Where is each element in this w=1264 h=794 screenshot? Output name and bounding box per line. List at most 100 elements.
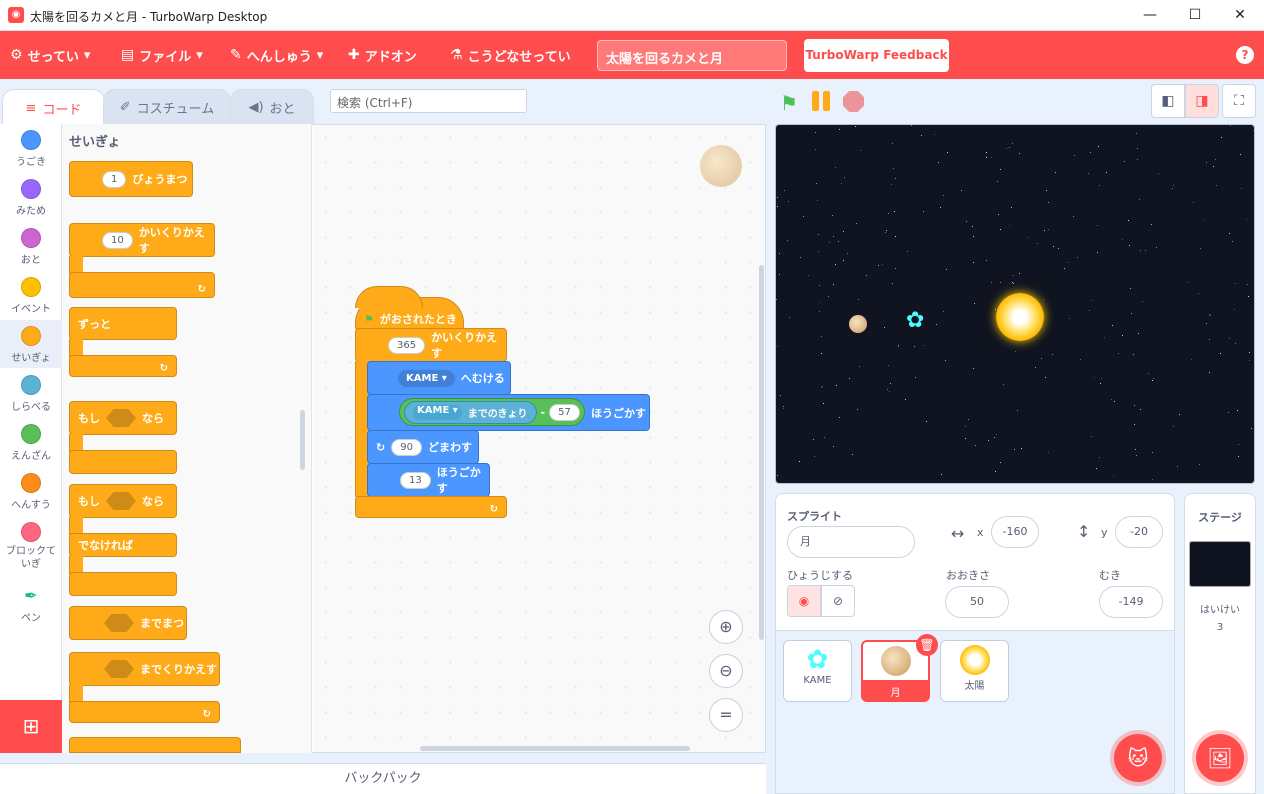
sun-sprite[interactable] bbox=[996, 293, 1044, 341]
star bbox=[803, 216, 804, 217]
turn-right-block[interactable]: ↻ 90 どまわす bbox=[367, 430, 479, 464]
distance-target-dropdown[interactable]: KAME ▾ bbox=[413, 404, 462, 420]
star bbox=[1090, 152, 1091, 153]
workspace-h-scrollbar[interactable] bbox=[420, 746, 690, 751]
category-events[interactable]: イベント bbox=[0, 277, 62, 315]
point-target-dropdown[interactable]: KAME ▾ bbox=[398, 369, 455, 387]
zoom-in-button[interactable]: ⊕ bbox=[709, 610, 743, 644]
star bbox=[891, 184, 892, 185]
repeat-count-input[interactable]: 10 bbox=[102, 231, 133, 249]
if-else-block[interactable]: もし なら bbox=[69, 484, 177, 518]
advanced-settings-menu[interactable]: ⚗ こうどなせってい bbox=[450, 45, 571, 65]
zoom-out-button[interactable]: ⊖ bbox=[709, 654, 743, 688]
project-title-input[interactable]: 太陽を回るカメと月 bbox=[597, 40, 787, 71]
category-looks[interactable]: みため bbox=[0, 179, 62, 217]
star bbox=[819, 311, 820, 312]
file-icon: ▤ bbox=[121, 47, 135, 63]
repeat-block[interactable]: 10 かいくりかえす bbox=[69, 223, 215, 257]
star bbox=[886, 230, 887, 231]
zoom-reset-button[interactable]: = bbox=[709, 698, 743, 732]
palette-scrollbar[interactable] bbox=[300, 410, 305, 470]
star bbox=[835, 264, 836, 265]
minimize-button[interactable]: — bbox=[1138, 4, 1162, 26]
subtract-operator-block[interactable]: KAME ▾ までのきょり - 57 bbox=[399, 398, 585, 426]
fullscreen-button[interactable]: ⛶ bbox=[1222, 84, 1256, 118]
small-stage-button[interactable]: ◧ bbox=[1151, 84, 1185, 118]
green-flag-button[interactable]: ⚑ bbox=[780, 91, 798, 115]
pause-button[interactable] bbox=[812, 91, 832, 111]
star bbox=[1232, 241, 1233, 242]
star bbox=[1124, 161, 1125, 162]
choose-backdrop-button[interactable]: 🖼 bbox=[1196, 734, 1244, 782]
condition-slot[interactable] bbox=[106, 409, 136, 427]
add-extension-button[interactable]: ⊞ bbox=[0, 700, 62, 753]
loop-arrow-icon: ↻ bbox=[159, 363, 168, 374]
delete-sprite-button[interactable]: 🗑 bbox=[916, 634, 938, 656]
wait-block[interactable]: 1 びょうまつ bbox=[69, 161, 193, 197]
point-towards-block[interactable]: KAME ▾ へむける bbox=[367, 361, 511, 395]
condition-slot[interactable] bbox=[104, 660, 134, 678]
script-repeat-input[interactable]: 365 bbox=[388, 336, 426, 354]
category-variables[interactable]: へんすう bbox=[0, 473, 62, 511]
star bbox=[1053, 246, 1054, 247]
tab-costumes[interactable]: ✐ コスチューム bbox=[103, 89, 231, 125]
file-menu[interactable]: ▤ ファイル ▾ bbox=[121, 45, 203, 65]
wait-until-block[interactable]: までまつ bbox=[69, 606, 187, 640]
category-sound[interactable]: おと bbox=[0, 228, 62, 266]
subtract-value-input[interactable]: 57 bbox=[549, 403, 580, 421]
star bbox=[882, 264, 883, 265]
condition-slot[interactable] bbox=[104, 614, 134, 632]
category-sensing[interactable]: しらべる bbox=[0, 375, 62, 413]
turtle-sprite[interactable]: ✿ bbox=[906, 308, 924, 333]
turn-degrees-input[interactable]: 90 bbox=[391, 438, 422, 456]
category-operators[interactable]: えんざん bbox=[0, 424, 62, 462]
moon-sprite[interactable] bbox=[849, 315, 867, 333]
if-then-block[interactable]: もし なら bbox=[69, 401, 177, 435]
tab-code[interactable]: ≡ コード bbox=[2, 89, 105, 127]
size-input[interactable]: 50 bbox=[945, 586, 1009, 618]
close-button[interactable]: ✕ bbox=[1228, 4, 1252, 26]
move-steps-block-2[interactable]: 13 ほうごかす bbox=[367, 463, 490, 497]
star bbox=[847, 253, 848, 254]
star bbox=[777, 475, 778, 476]
large-stage-button[interactable]: ◨ bbox=[1185, 84, 1219, 118]
star bbox=[1000, 229, 1001, 230]
loop-arrow-icon: ↻ bbox=[489, 504, 498, 515]
stage-canvas[interactable]: ✿ bbox=[775, 124, 1255, 484]
addons-menu[interactable]: ✚ アドオン bbox=[348, 45, 417, 65]
maximize-button[interactable]: ☐ bbox=[1183, 4, 1207, 26]
feedback-button[interactable]: TurboWarp Feedback bbox=[804, 39, 949, 72]
edit-menu[interactable]: ✎ へんしゅう ▾ bbox=[230, 45, 323, 65]
show-sprite-button[interactable]: ◉ bbox=[787, 585, 821, 617]
sprite-tile-kame[interactable]: ✿ KAME bbox=[783, 640, 852, 702]
sun-thumbnail bbox=[959, 645, 990, 675]
choose-sprite-button[interactable]: 🐱 bbox=[1114, 734, 1162, 782]
wait-seconds-input[interactable]: 1 bbox=[102, 170, 127, 188]
hide-sprite-button[interactable]: ⊘ bbox=[821, 585, 855, 617]
move-steps-input[interactable]: 13 bbox=[400, 471, 431, 489]
category-control[interactable]: せいぎょ bbox=[0, 320, 62, 368]
settings-menu[interactable]: ⚙ せってい ▾ bbox=[10, 45, 90, 65]
x-input[interactable]: -160 bbox=[991, 516, 1039, 548]
block-search-input[interactable]: 検索 (Ctrl+F) bbox=[330, 89, 527, 113]
distance-to-block[interactable]: KAME ▾ までのきょり bbox=[404, 400, 537, 424]
backpack-header[interactable]: バックパック bbox=[0, 763, 766, 794]
partial-block[interactable] bbox=[69, 737, 241, 753]
script-repeat-block[interactable]: 365 かいくりかえす bbox=[355, 328, 507, 362]
forever-block[interactable]: ずっと bbox=[69, 307, 177, 340]
stop-button[interactable] bbox=[843, 91, 864, 112]
condition-slot[interactable] bbox=[106, 492, 136, 510]
category-pen[interactable]: ✒ ペン bbox=[0, 586, 62, 624]
help-icon[interactable]: ? bbox=[1236, 46, 1254, 64]
direction-input[interactable]: -149 bbox=[1099, 586, 1163, 618]
sprite-tile-sun[interactable]: 太陽 bbox=[940, 640, 1009, 702]
star bbox=[973, 368, 974, 369]
star bbox=[965, 438, 966, 439]
tab-sounds[interactable]: ◀) おと bbox=[230, 89, 314, 125]
category-motion[interactable]: うごき bbox=[0, 130, 62, 168]
workspace-v-scrollbar[interactable] bbox=[759, 265, 764, 640]
repeat-until-block[interactable]: までくりかえす bbox=[69, 652, 220, 686]
category-my-blocks[interactable]: ブロックていぎ bbox=[0, 522, 62, 571]
sprite-name-input[interactable]: 月 bbox=[787, 526, 915, 558]
y-input[interactable]: -20 bbox=[1115, 516, 1163, 548]
